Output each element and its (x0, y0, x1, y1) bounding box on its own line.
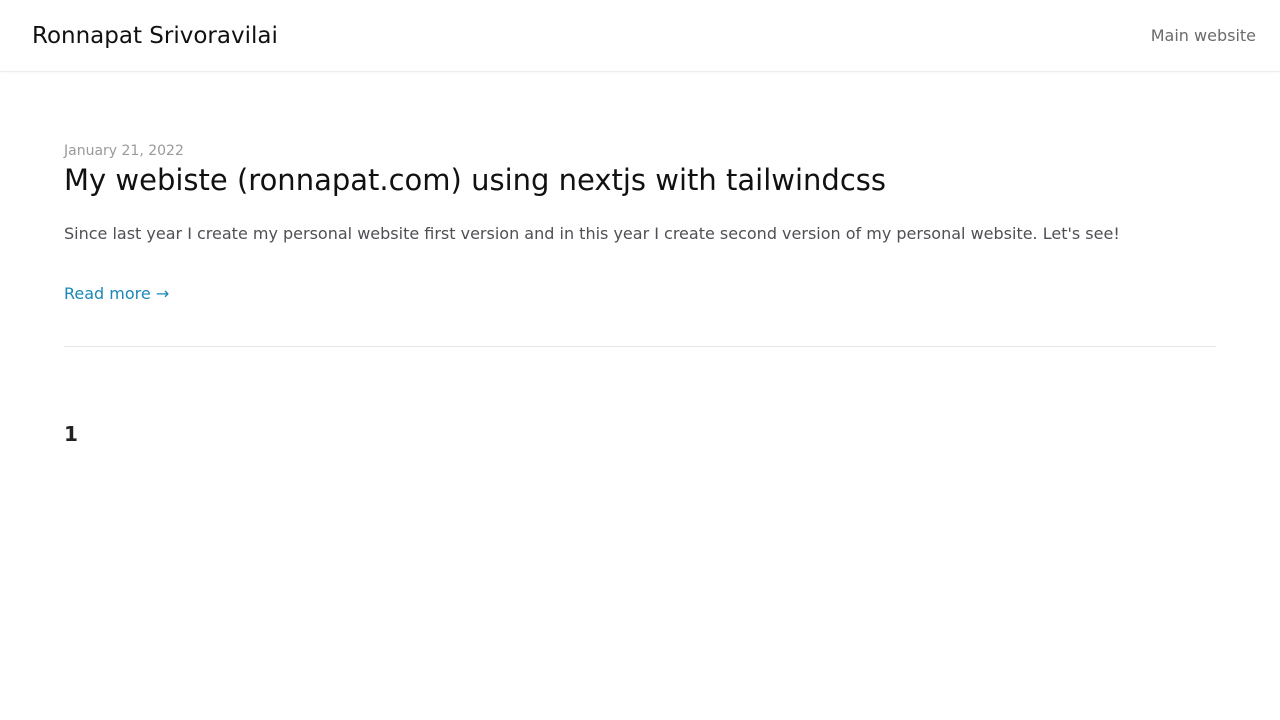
post-card: January 21, 2022 My webiste (ronnapat.co… (64, 140, 1216, 347)
site-title-link[interactable]: Ronnapat Srivoravilai (32, 21, 278, 51)
site-header: Ronnapat Srivoravilai Main website (0, 0, 1280, 72)
post-excerpt: Since last year I create my personal web… (64, 224, 1120, 243)
main-website-link[interactable]: Main website (1151, 25, 1256, 47)
post-title[interactable]: My webiste (ronnapat.com) using nextjs w… (64, 161, 886, 199)
current-page-number[interactable]: 1 (64, 422, 78, 446)
pagination: 1 (64, 421, 78, 449)
read-more-link[interactable]: Read more → (64, 283, 169, 305)
post-date: January 21, 2022 (64, 143, 184, 159)
